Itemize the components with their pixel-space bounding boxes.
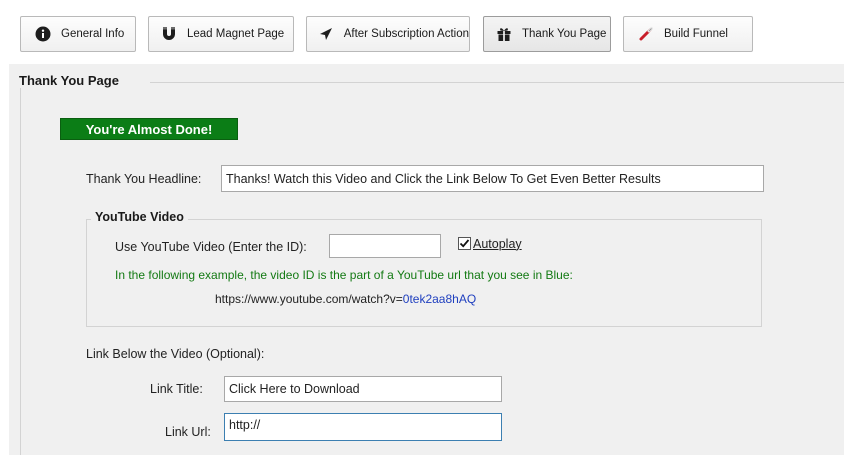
example-video-id: 0tek2aa8hAQ (402, 292, 477, 306)
tab-label: Thank You Page (522, 28, 607, 40)
send-arrow-icon (317, 24, 336, 44)
tab-label: After Subscription Action (343, 28, 469, 40)
checkmark-icon (459, 239, 470, 248)
magic-wand-icon (636, 24, 656, 44)
youtube-id-input[interactable] (329, 234, 441, 258)
youtube-title: YouTube Video (91, 210, 188, 224)
gift-icon (494, 24, 514, 44)
tab-thank-you-page[interactable]: Thank You Page (483, 16, 611, 52)
headline-input[interactable]: Thanks! Watch this Video and Click the L… (221, 165, 764, 192)
tab-label: General Info (61, 28, 125, 40)
group-border (150, 82, 844, 83)
info-icon (33, 24, 53, 44)
tab-label: Lead Magnet Page (187, 28, 285, 40)
youtube-example-url: https://www.youtube.com/watch?v=0tek2aa8… (215, 292, 476, 306)
link-url-label: Link Url: (165, 425, 211, 439)
tab-general-info[interactable]: General Info (20, 16, 136, 52)
link-title-label: Link Title: (150, 382, 203, 396)
headline-label: Thank You Headline: (86, 172, 202, 186)
tab-after-subscription-action[interactable]: After Subscription Action (306, 16, 470, 52)
autoplay-label[interactable]: Autoplay (473, 237, 522, 251)
group-border (20, 82, 21, 455)
tab-lead-magnet-page[interactable]: Lead Magnet Page (148, 16, 294, 52)
section-title: Thank You Page (19, 73, 129, 88)
almost-done-banner: You're Almost Done! (60, 118, 238, 140)
youtube-id-label: Use YouTube Video (Enter the ID): (115, 240, 307, 254)
tab-bar: General Info Lead Magnet Page After Subs… (0, 0, 844, 64)
example-url-prefix: https://www.youtube.com/watch?v= (215, 292, 403, 306)
tab-build-funnel[interactable]: Build Funnel (623, 16, 753, 52)
link-title-input[interactable]: Click Here to Download (224, 376, 502, 402)
tab-label: Build Funnel (664, 28, 728, 40)
youtube-id-hint: In the following example, the video ID i… (115, 268, 573, 282)
link-section-label: Link Below the Video (Optional): (86, 347, 265, 361)
autoplay-checkbox[interactable] (458, 237, 471, 250)
link-url-input[interactable]: http:// (224, 413, 502, 441)
magnet-icon (159, 24, 179, 44)
